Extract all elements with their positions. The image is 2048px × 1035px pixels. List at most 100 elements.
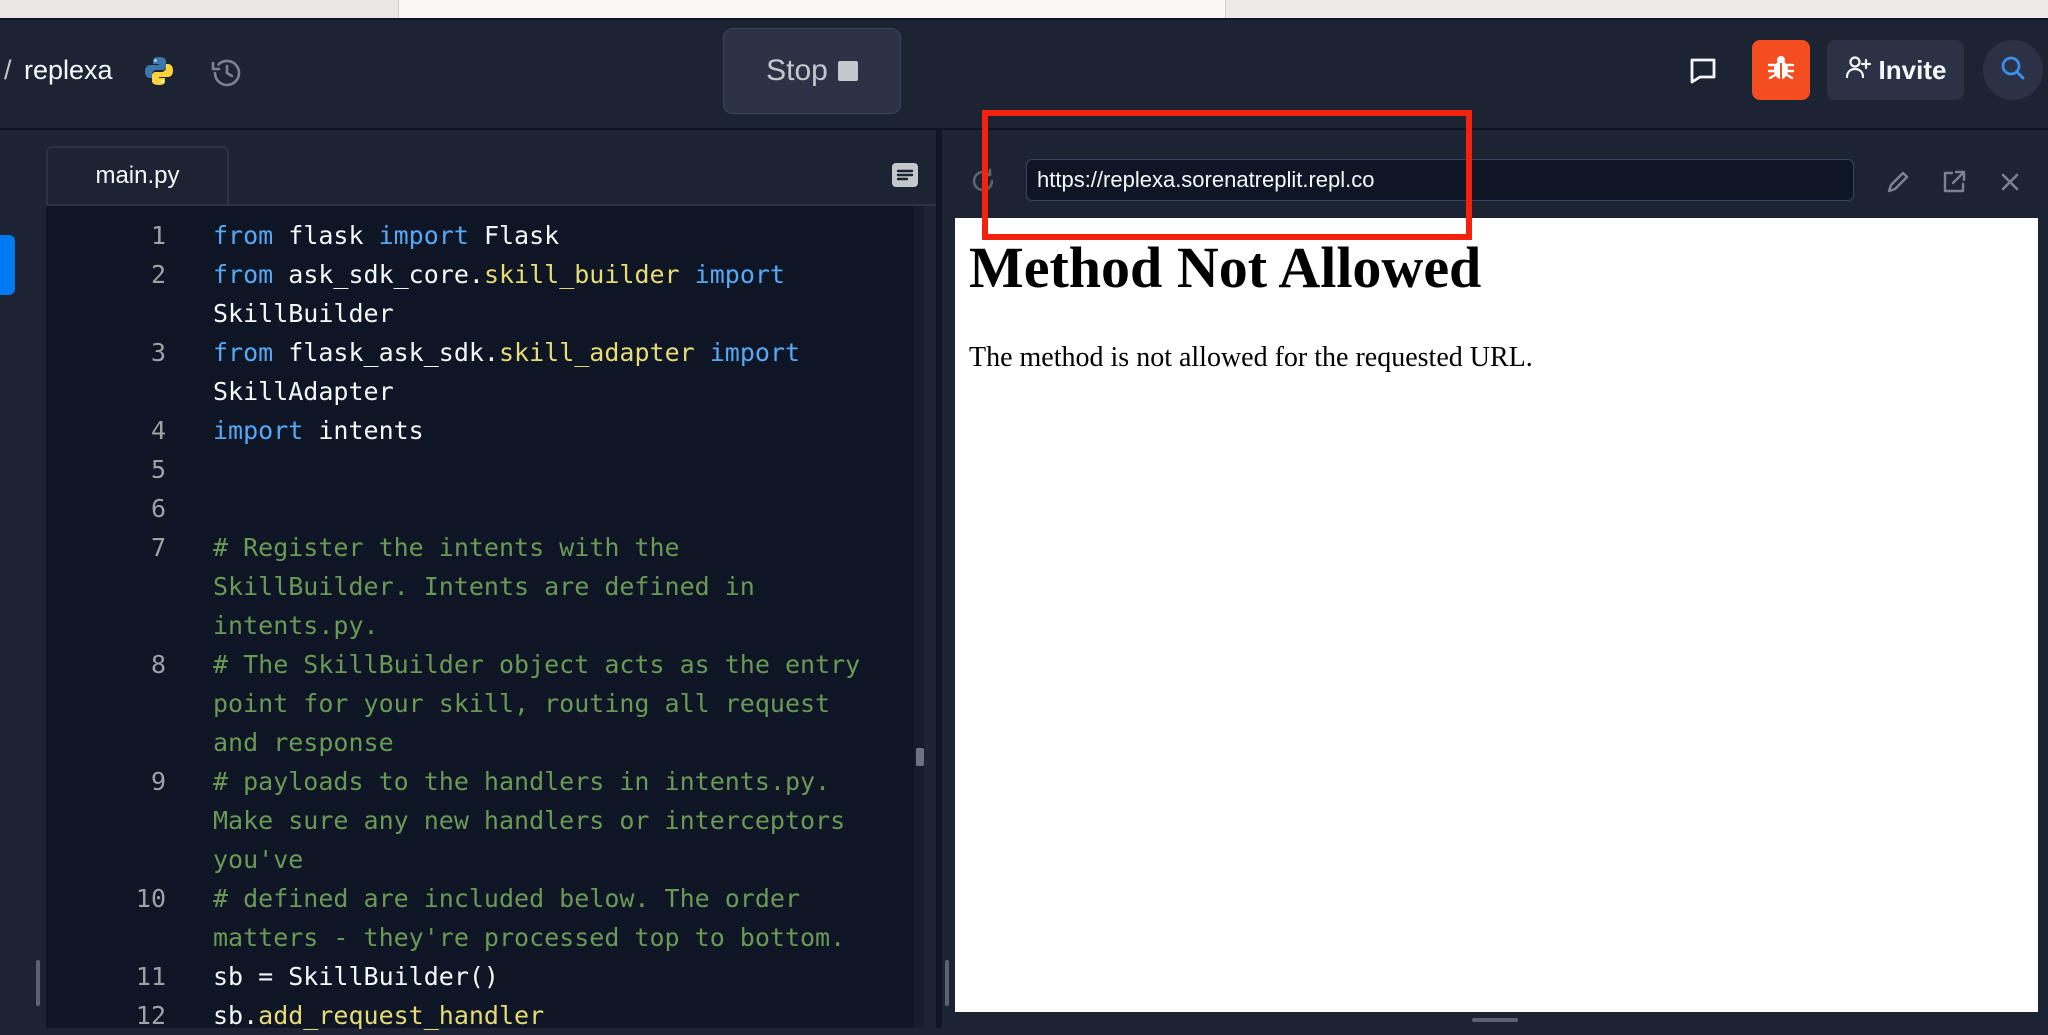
line-number: 8 [150, 650, 166, 679]
code-token: add_request_handler [258, 1001, 545, 1030]
code-editor[interactable]: 1 from flask import Flask 2 from ask_sdk_co… [46, 206, 916, 1030]
code-token: import [378, 221, 469, 250]
python-icon [143, 55, 175, 87]
code-token: flask_ask_sdk. [273, 338, 499, 367]
line-number: 6 [150, 494, 166, 523]
code-text: import intents [213, 411, 424, 450]
line-number: 10 [135, 884, 166, 913]
code-token: intents [303, 416, 424, 445]
code-line[interactable]: 3 from flask_ask_sdk.skill_adapter import [46, 333, 916, 372]
code-token: # Register the intents with the [213, 533, 680, 562]
code-token: flask [273, 221, 379, 250]
code-line[interactable]: matters - they're processed top to botto… [46, 918, 916, 957]
code-token: from [213, 221, 274, 250]
history-icon[interactable] [209, 55, 245, 91]
console-resize-grip[interactable] [1472, 1018, 1518, 1022]
open-new-tab-icon[interactable] [1940, 168, 1968, 196]
resize-handle[interactable] [945, 960, 949, 1006]
code-line[interactable]: 8 # The SkillBuilder object acts as the e… [46, 645, 916, 684]
page-heading: Method Not Allowed [969, 235, 1482, 300]
code-token: SkillBuilder. Intents are defined in [213, 572, 755, 601]
code-line[interactable]: SkillBuilder. Intents are defined in [46, 567, 916, 606]
browser-tab-active[interactable] [398, 0, 1226, 18]
code-token: Make sure any new handlers or intercepto… [213, 806, 846, 835]
code-token: skill_adapter [499, 338, 695, 367]
code-line[interactable]: SkillAdapter [46, 372, 916, 411]
line-number: 2 [150, 260, 166, 289]
invite-button-label: Invite [1878, 54, 1947, 85]
code-token: from [213, 260, 274, 289]
debugger-button[interactable] [1752, 40, 1810, 100]
browser-tab[interactable] [0, 0, 396, 18]
edit-icon[interactable] [1884, 168, 1912, 196]
invite-button[interactable]: Invite [1827, 40, 1964, 100]
code-line[interactable]: 12 sb.add_request_handler [46, 996, 916, 1035]
code-line[interactable]: intents.py. [46, 606, 916, 645]
stop-button-label: Stop [766, 54, 828, 87]
line-number: 3 [150, 338, 166, 367]
code-text: from flask import Flask [213, 216, 559, 255]
stop-button[interactable]: Stop [723, 28, 901, 114]
editor-scrollbar[interactable] [914, 206, 924, 1028]
code-line[interactable]: 10 # defined are included below. The orde… [46, 879, 916, 918]
outline-icon[interactable] [890, 160, 920, 190]
code-token: SkillBuilder [213, 299, 394, 328]
code-token: import [709, 338, 801, 367]
code-token: sb. [213, 1001, 259, 1030]
code-line[interactable]: 4 import intents [46, 411, 916, 450]
webview-content: Method Not Allowed The method is not all… [955, 218, 2038, 1012]
code-text: from ask_sdk_core.skill_builder import [213, 255, 785, 294]
code-token: Flask [468, 221, 560, 250]
page-message: The method is not allowed for the reques… [969, 342, 1533, 373]
code-text: intents.py. [213, 606, 379, 645]
line-number: 11 [135, 962, 166, 991]
code-token: and response [213, 728, 394, 757]
code-line[interactable]: 2 from ask_sdk_core.skill_builder import [46, 255, 916, 294]
code-text: and response [213, 723, 394, 762]
code-token: import [213, 416, 304, 445]
editor-tab-main-py[interactable]: main.py [46, 146, 229, 204]
code-line[interactable]: you've [46, 840, 916, 879]
code-line[interactable]: SkillBuilder [46, 294, 916, 333]
search-button[interactable] [1983, 40, 2043, 100]
close-icon[interactable] [1996, 168, 2024, 196]
code-line[interactable]: 11 sb = SkillBuilder() [46, 957, 916, 996]
code-line[interactable]: 9 # payloads to the handlers in intents.p… [46, 762, 916, 801]
code-text: # Register the intents with the [213, 528, 680, 567]
pane-divider[interactable] [936, 130, 942, 1028]
editor-scrollbar-thumb[interactable] [916, 748, 924, 766]
code-token: # defined are included below. The order [213, 884, 800, 913]
code-token: # payloads to the handlers in intents.py… [213, 767, 831, 796]
resize-handle[interactable] [36, 960, 40, 1006]
code-line[interactable]: 6 [46, 489, 916, 528]
code-token: sb = SkillBuilder() [213, 962, 499, 991]
repl-name[interactable]: replexa [24, 55, 113, 86]
code-token: skill_builder [483, 260, 680, 289]
code-line[interactable]: 1 from flask import Flask [46, 216, 916, 255]
bug-icon [1766, 53, 1796, 88]
code-token: ask_sdk_core. [273, 260, 484, 289]
highlight-annotation-box [982, 110, 1472, 240]
code-line[interactable]: Make sure any new handlers or intercepto… [46, 801, 916, 840]
line-number: 4 [150, 416, 166, 445]
tool-rail-active-item[interactable] [0, 235, 15, 295]
code-token: intents.py. [213, 611, 379, 640]
code-text: # defined are included below. The order [213, 879, 800, 918]
code-token: import [694, 260, 785, 289]
code-line[interactable]: 5 [46, 450, 916, 489]
code-line[interactable]: point for your skill, routing all reques… [46, 684, 916, 723]
code-line[interactable]: 7 # Register the intents with the [46, 528, 916, 567]
code-text: SkillAdapter [213, 372, 394, 411]
chat-icon[interactable] [1688, 56, 1718, 86]
code-line[interactable]: and response [46, 723, 916, 762]
line-number: 1 [150, 221, 166, 250]
browser-tab[interactable] [1226, 0, 2048, 18]
code-token: point for your skill, routing all reques… [213, 689, 831, 718]
code-token: matters - they're processed top to botto… [213, 923, 846, 952]
code-token: from [213, 338, 274, 367]
code-text: # The SkillBuilder object acts as the en… [213, 645, 860, 684]
breadcrumb-separator: / [4, 55, 12, 85]
code-text: Make sure any new handlers or intercepto… [213, 801, 845, 840]
